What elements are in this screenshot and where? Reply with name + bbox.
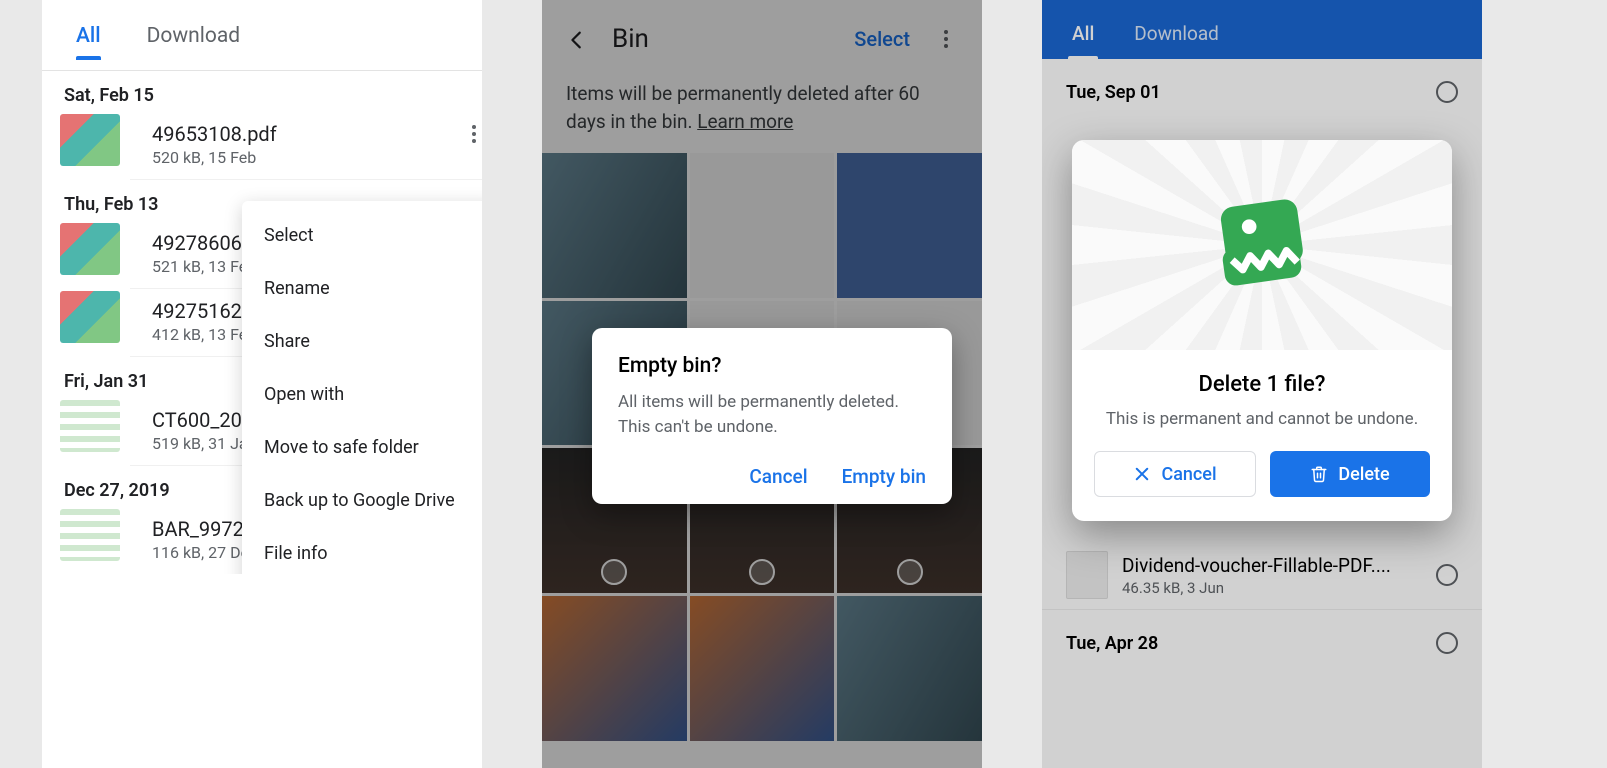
select-ring-icon[interactable] <box>1436 81 1458 103</box>
section-date: Tue, Sep 01 <box>1066 82 1161 103</box>
section-header: Tue, Apr 28 <box>1042 609 1482 662</box>
file-thumbnail <box>1066 551 1108 599</box>
file-thumbnail <box>60 291 120 343</box>
file-meta: 46.35 kB, 3 Jun <box>1122 579 1391 597</box>
select-button[interactable]: Select <box>854 27 910 51</box>
context-menu: Select Rename Share Open with Move to sa… <box>242 201 482 574</box>
bin-thumb[interactable] <box>690 153 835 298</box>
file-row[interactable]: 49653108.pdf 520 kB, 15 Feb <box>130 112 482 180</box>
file-thumbnail <box>60 223 120 275</box>
menu-rename[interactable]: Rename <box>242 262 482 315</box>
cancel-button[interactable]: Cancel <box>1094 451 1256 497</box>
menu-select[interactable]: Select <box>242 209 482 262</box>
section-date: Sat, Feb 15 <box>42 71 482 112</box>
dialog-body: All items will be permanently deleted. T… <box>618 390 926 439</box>
screen-photos-bin: Bin Select Items will be permanently del… <box>542 0 982 768</box>
dialog-actions: Cancel Delete <box>1072 451 1452 521</box>
close-icon <box>1133 465 1151 483</box>
menu-open-with[interactable]: Open with <box>242 368 482 421</box>
file-thumbnail <box>60 114 120 166</box>
select-ring-icon <box>897 559 923 585</box>
dialog-title: Empty bin? <box>618 354 926 378</box>
bin-thumb[interactable] <box>690 596 835 741</box>
delete-file-dialog: Delete 1 file? This is permanent and can… <box>1072 140 1452 521</box>
select-ring-icon[interactable] <box>1436 632 1458 654</box>
menu-share[interactable]: Share <box>242 315 482 368</box>
back-icon[interactable] <box>566 28 588 50</box>
confirm-button[interactable]: Empty bin <box>842 465 926 488</box>
delete-button[interactable]: Delete <box>1270 451 1430 497</box>
tab-download[interactable]: Download <box>147 24 241 48</box>
learn-more-link[interactable]: Learn more <box>697 110 793 133</box>
file-thumbnail <box>60 509 120 561</box>
section-header: Tue, Sep 01 <box>1042 59 1482 111</box>
empty-bin-dialog: Empty bin? All items will be permanently… <box>592 328 952 504</box>
select-ring-icon[interactable] <box>1436 564 1458 586</box>
bin-thumb[interactable] <box>837 153 982 298</box>
broken-image-icon <box>1207 190 1317 300</box>
tab-all[interactable]: All <box>1072 22 1094 45</box>
file-meta: 520 kB, 15 Feb <box>152 148 277 167</box>
dialog-body: This is permanent and cannot be undone. <box>1098 409 1426 429</box>
bin-thumb[interactable] <box>837 596 982 741</box>
bin-info: Items will be permanently deleted after … <box>542 68 982 153</box>
file-list: Sat, Feb 15 49653108.pdf 520 kB, 15 Feb … <box>42 71 482 574</box>
tab-bar: All Download <box>42 0 482 58</box>
tab-all[interactable]: All <box>76 24 101 48</box>
select-ring-icon <box>749 559 775 585</box>
bin-thumb[interactable] <box>542 596 687 741</box>
file-row[interactable]: Dividend-voucher-Fillable-PDF.... 46.35 … <box>1042 541 1482 609</box>
cancel-button[interactable]: Cancel <box>749 465 807 488</box>
file-name: 49653108.pdf <box>152 122 277 146</box>
cancel-label: Cancel <box>1161 464 1216 485</box>
screen-file-list: All Download Sat, Feb 15 49653108.pdf 52… <box>42 0 482 768</box>
file-thumbnail <box>60 400 120 452</box>
dialog-actions: Cancel Empty bin <box>618 465 926 488</box>
delete-label: Delete <box>1338 464 1389 485</box>
menu-file-info[interactable]: File info <box>242 527 482 574</box>
tab-bar: All Download <box>1042 0 1482 59</box>
menu-backup[interactable]: Back up to Google Drive <box>242 474 482 527</box>
more-icon[interactable] <box>462 122 482 146</box>
page-title: Bin <box>612 24 830 54</box>
screen-delete-file: All Download Tue, Sep 01 Dividend-vouche… <box>1042 0 1482 768</box>
menu-move-safe[interactable]: Move to safe folder <box>242 421 482 474</box>
bin-header: Bin Select <box>542 0 982 68</box>
dialog-title: Delete 1 file? <box>1098 372 1426 397</box>
more-icon[interactable] <box>934 27 958 51</box>
dialog-hero <box>1072 140 1452 350</box>
bin-thumb[interactable] <box>542 153 687 298</box>
select-ring-icon <box>601 559 627 585</box>
tab-download[interactable]: Download <box>1134 22 1219 45</box>
file-name: Dividend-voucher-Fillable-PDF.... <box>1122 554 1391 577</box>
section-date: Tue, Apr 28 <box>1066 633 1158 654</box>
trash-icon <box>1310 465 1328 483</box>
